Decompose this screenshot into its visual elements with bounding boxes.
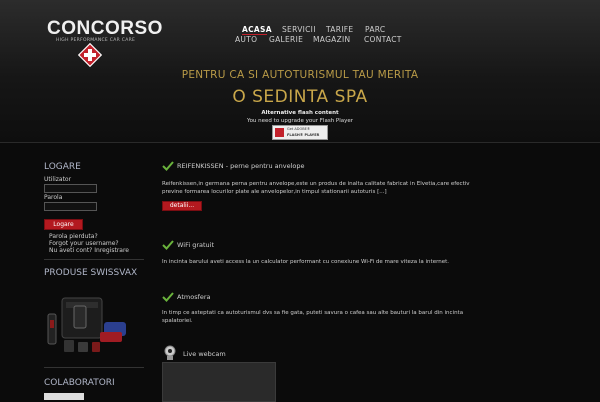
slogan-line2: O SEDINTA SPA (232, 87, 368, 107)
username-input[interactable] (44, 184, 97, 193)
register-link[interactable]: Nu aveti cont? Inregistrare (49, 247, 129, 254)
article-body-reifenkissen: Reifenkissen,in germana perna pentru anv… (162, 181, 470, 195)
webcam-icon (164, 345, 176, 360)
login-button[interactable]: Logare (44, 219, 83, 230)
partners-heading: COLABORATORI (44, 378, 115, 388)
article-title-atmosfera[interactable]: Atmosfera (177, 293, 211, 301)
forgot-username-link[interactable]: Forgot your username? (49, 240, 119, 247)
check-icon (162, 161, 174, 171)
nav-active-indicator (242, 34, 267, 35)
products-heading: PRODUSE SWISSVAX (44, 268, 138, 278)
nav-galerie[interactable]: GALERIE (269, 35, 303, 44)
flash-alt-message: You need to upgrade your Flash Player (246, 118, 354, 124)
article-title-wifi[interactable]: WiFi gratuit (177, 241, 214, 249)
sidebar-divider-2 (44, 367, 144, 368)
slogan-line1: PENTRU CA SI AUTOTURISMUL TAU MERITA (181, 69, 419, 81)
check-icon (162, 292, 174, 302)
nav-auto[interactable]: AUTO (235, 35, 257, 44)
article-title-reifenkissen[interactable]: REIFENKISSEN - perne pentru anvelope (177, 162, 305, 170)
article-title-webcam[interactable]: Live webcam (183, 350, 226, 358)
nav-magazin[interactable]: MAGAZIN (313, 35, 350, 44)
nav-contact[interactable]: CONTACT (364, 35, 402, 44)
swissvax-products-image[interactable] (44, 284, 130, 358)
webcam-viewer[interactable] (162, 362, 276, 402)
sidebar-divider (44, 259, 144, 260)
flash-icon (275, 128, 284, 137)
article-body-atmosfera: In timp ce asteptati ca autoturismul dvs… (162, 310, 464, 324)
check-icon (162, 240, 174, 250)
details-button[interactable]: detalii... (162, 201, 202, 211)
nav-servicii[interactable]: SERVICII (282, 25, 316, 34)
nav-acasa[interactable]: ACASA (242, 25, 272, 34)
nav-parc[interactable]: PARC (365, 25, 385, 34)
password-label: Parola (44, 194, 63, 201)
get-flash-button[interactable]: Get ADOBE® FLASH® PLAYER (272, 125, 328, 140)
login-heading: LOGARE (44, 162, 81, 172)
site-logo[interactable]: CONCORSO (47, 18, 163, 40)
lost-password-link[interactable]: Parola pierduta? (49, 233, 98, 240)
password-input[interactable] (44, 202, 97, 211)
flash-alt-title: Alternative flash content (261, 110, 339, 116)
username-label: Utilizator (44, 176, 72, 183)
article-body-wifi: In incinta barului aveti access la un ca… (162, 259, 450, 265)
logo-badge-icon (78, 43, 102, 67)
nav-tarife[interactable]: TARIFE (326, 25, 353, 34)
partner-logo[interactable] (44, 393, 84, 400)
